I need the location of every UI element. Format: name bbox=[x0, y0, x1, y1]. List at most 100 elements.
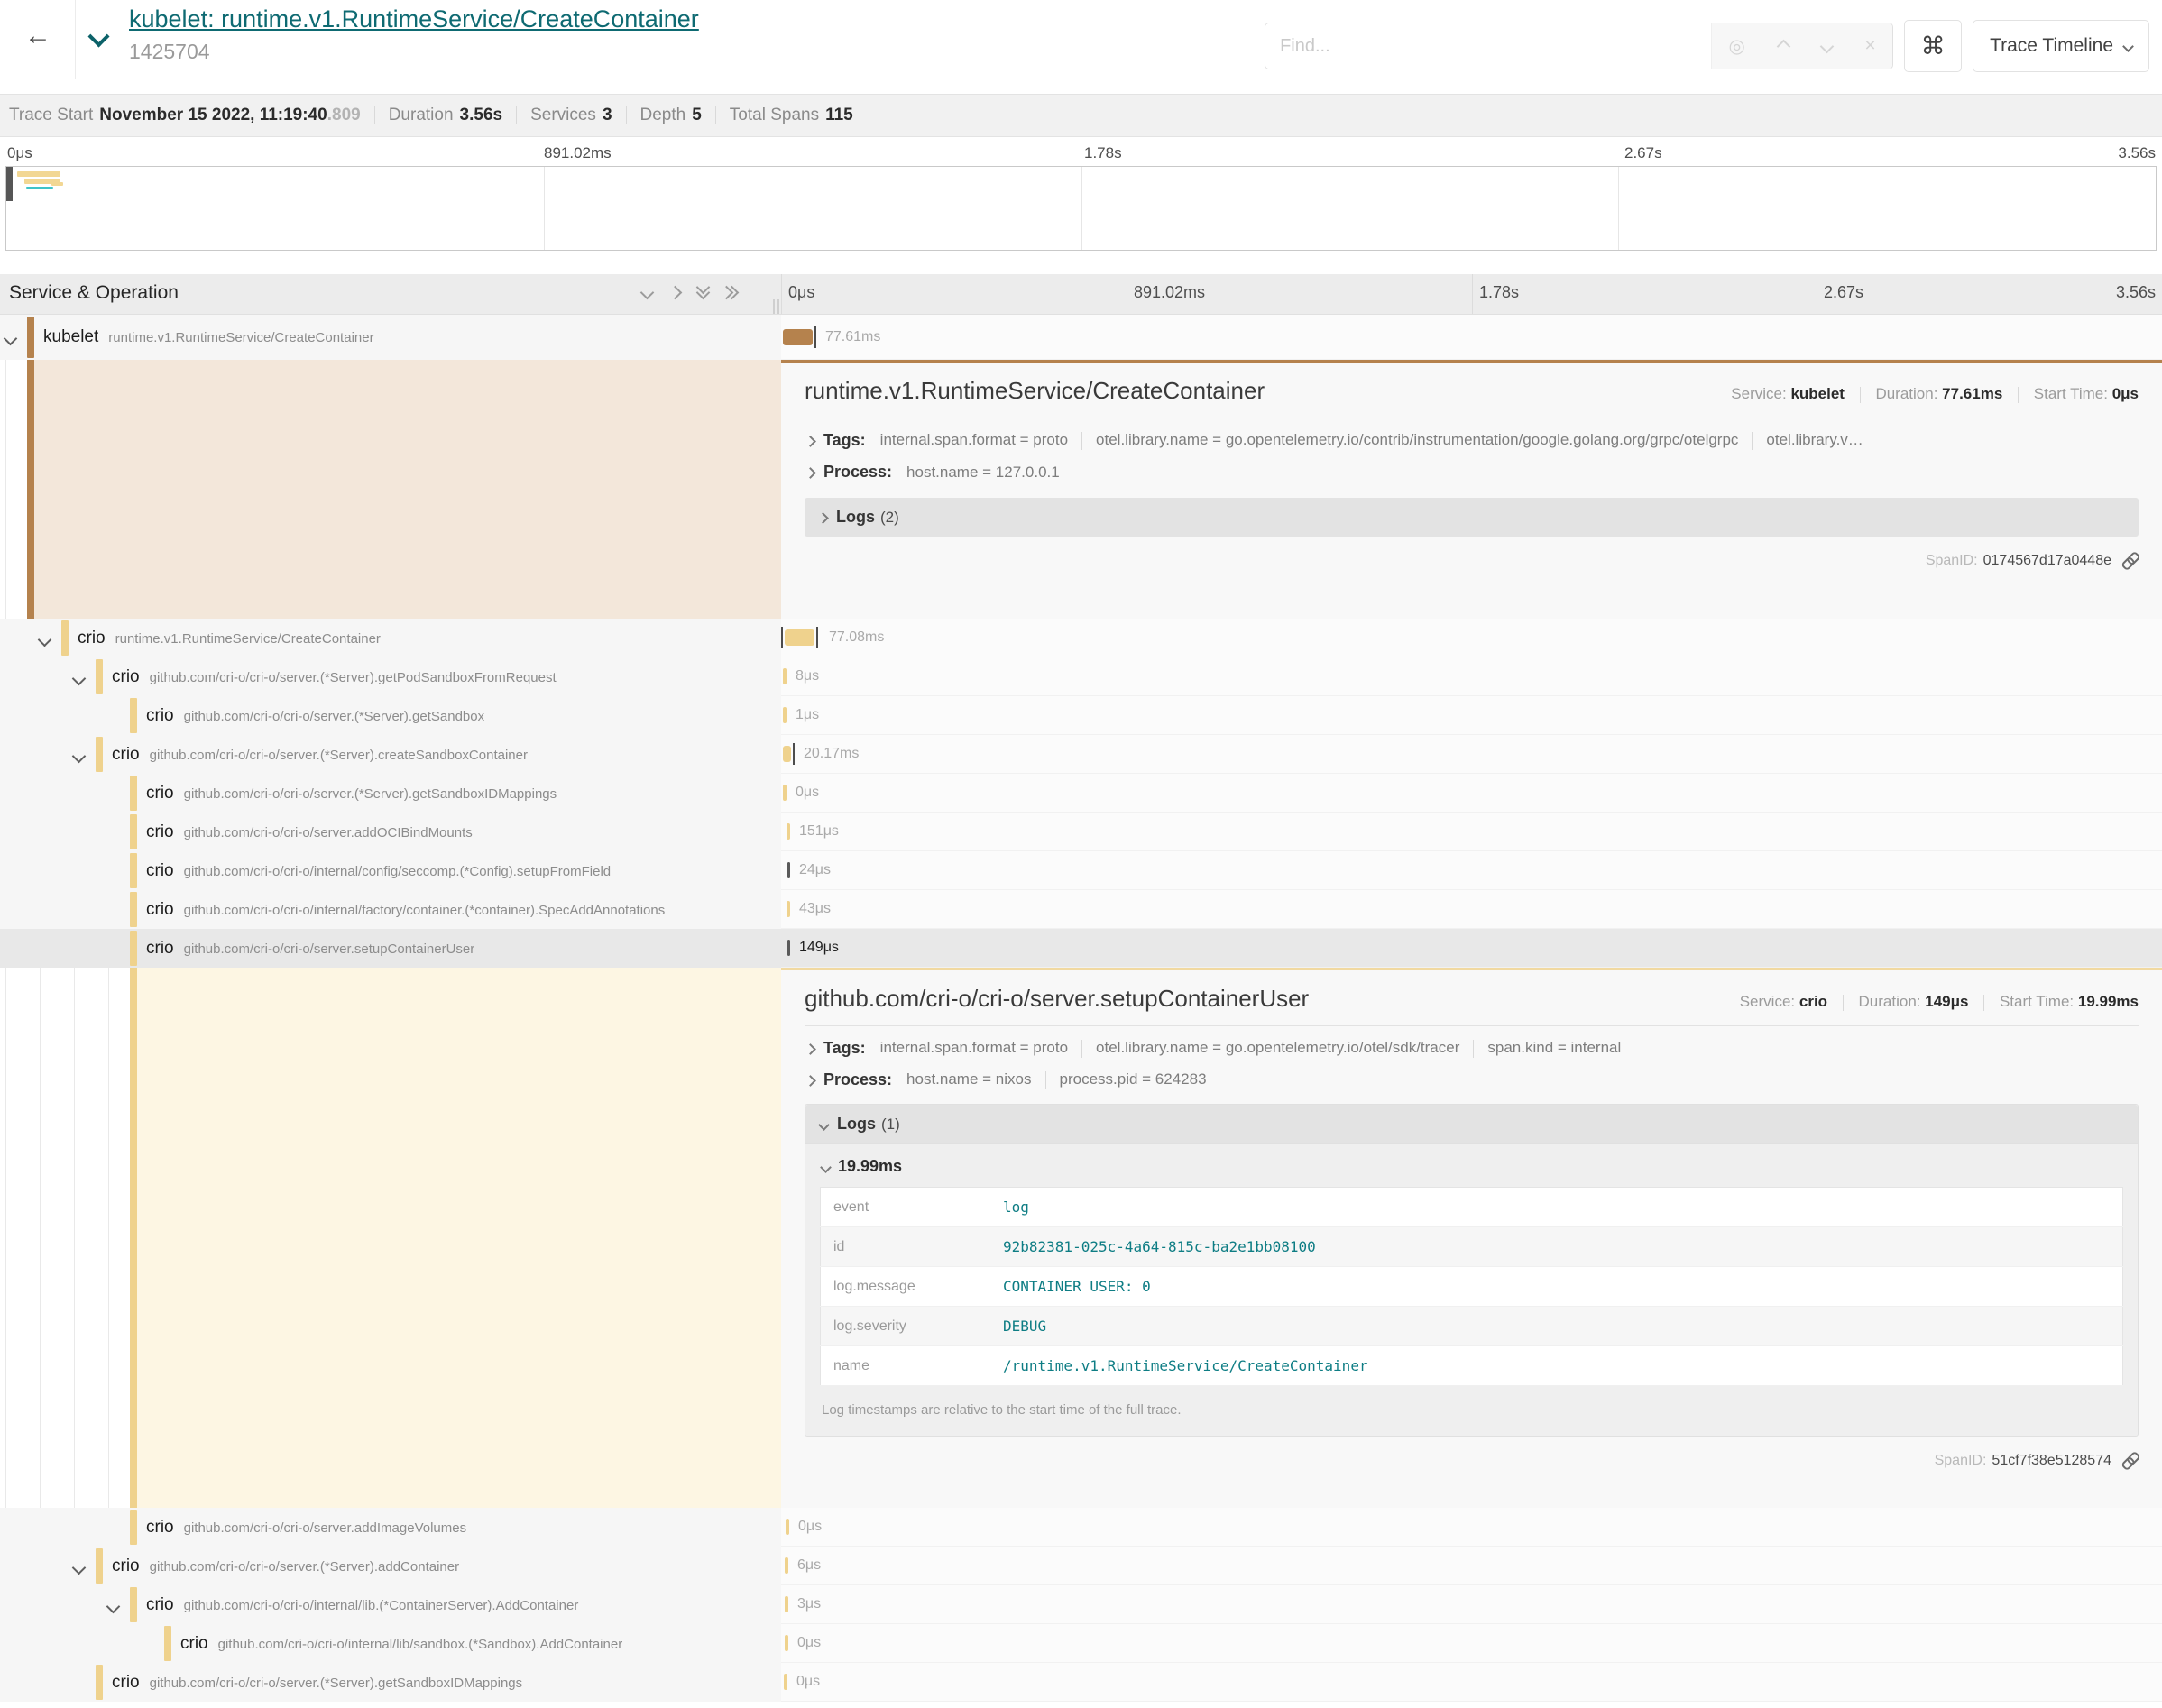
operation-name: github.com/cri-o/cri-o/internal/lib/sand… bbox=[218, 1637, 623, 1652]
span-detail-content: runtime.v1.RuntimeService/CreateContaine… bbox=[781, 360, 2162, 619]
divider bbox=[75, 0, 76, 79]
start-time-value: 19.99ms bbox=[2078, 993, 2139, 1010]
process-label: Process: bbox=[823, 463, 892, 482]
locate-icon[interactable]: ◎ bbox=[1728, 35, 1744, 58]
trace-title-link[interactable]: kubelet: runtime.v1.RuntimeService/Creat… bbox=[129, 5, 699, 33]
toolbar: ◎ × ⌘ Trace Timeline bbox=[1265, 20, 2149, 72]
span-duration-bar[interactable] bbox=[783, 785, 787, 801]
span-duration-bar[interactable] bbox=[787, 901, 790, 917]
timeline-column-header: Service & Operation 0μs 891.02ms 1.78s 2… bbox=[0, 274, 2162, 315]
span-row[interactable]: criogithub.com/cri-o/cri-o/internal/fact… bbox=[0, 890, 2162, 929]
span-duration-bar[interactable] bbox=[783, 668, 787, 684]
span-duration-bar[interactable] bbox=[787, 823, 790, 840]
view-selector-button[interactable]: Trace Timeline bbox=[1973, 20, 2149, 72]
collapse-one-icon[interactable] bbox=[642, 288, 652, 298]
tags-row[interactable]: Tags: internal.span.format = protootel.l… bbox=[805, 1039, 2139, 1058]
service-value: kubelet bbox=[1790, 385, 1845, 402]
span-duration-bar[interactable] bbox=[785, 1557, 788, 1574]
service-name: crio bbox=[112, 1673, 140, 1692]
span-row[interactable]: criogithub.com/cri-o/cri-o/internal/conf… bbox=[0, 851, 2162, 890]
keyboard-shortcuts-button[interactable]: ⌘ bbox=[1904, 20, 1962, 72]
operation-name: github.com/cri-o/cri-o/internal/config/s… bbox=[184, 864, 612, 879]
divider bbox=[1045, 1071, 1046, 1089]
span-duration-bar[interactable] bbox=[783, 707, 787, 723]
back-button[interactable]: ← bbox=[14, 13, 61, 60]
span-row[interactable]: criogithub.com/cri-o/cri-o/internal/lib/… bbox=[0, 1624, 2162, 1663]
span-row[interactable]: crio github.com/cri-o/cri-o/server.(*Serv… bbox=[0, 657, 2162, 696]
divider bbox=[626, 106, 627, 124]
minimap-scrubber[interactable] bbox=[6, 167, 13, 201]
service-name: crio bbox=[112, 667, 140, 686]
operation-name: github.com/cri-o/cri-o/server.(*Server).… bbox=[150, 670, 557, 685]
span-duration-label: 24μs bbox=[799, 862, 831, 878]
span-row[interactable]: criogithub.com/cri-o/cri-o/server.addIma… bbox=[0, 1508, 2162, 1547]
find-clear-icon[interactable]: × bbox=[1864, 35, 1875, 57]
column-resize-handle[interactable] bbox=[773, 299, 779, 314]
span-duration-bar[interactable] bbox=[785, 1596, 788, 1612]
logs-label: Logs bbox=[837, 1115, 876, 1134]
service-name: crio bbox=[146, 706, 174, 725]
span-duration-bar[interactable] bbox=[785, 1635, 788, 1651]
span-row[interactable]: kubeletruntime.v1.RuntimeService/CreateC… bbox=[0, 315, 2162, 360]
minimap-span-bar bbox=[26, 187, 53, 189]
service-operation-header: Service & Operation bbox=[9, 282, 179, 304]
log-entry-timestamp[interactable]: 19.99ms bbox=[820, 1144, 2123, 1187]
span-color-strip bbox=[130, 968, 137, 1508]
expand-collapse-chevron-icon[interactable] bbox=[74, 749, 84, 766]
trace-minimap[interactable] bbox=[5, 166, 2157, 251]
expand-collapse-chevron-icon[interactable] bbox=[5, 332, 15, 348]
tags-row[interactable]: Tags: internal.span.format = protootel.l… bbox=[805, 431, 2139, 450]
span-row[interactable]: criogithub.com/cri-o/cri-o/server.addOCI… bbox=[0, 813, 2162, 851]
total-spans-label: Total Spans bbox=[730, 106, 819, 125]
process-row[interactable]: Process: host.name = nixosprocess.pid = … bbox=[805, 1070, 2139, 1089]
span-duration-label: 151μs bbox=[799, 823, 839, 840]
span-duration-bar[interactable] bbox=[784, 1674, 787, 1690]
span-color-strip bbox=[96, 659, 103, 694]
minimap-gridline bbox=[1081, 167, 1082, 250]
span-rows-block: crio runtime.v1.RuntimeService/CreateCont… bbox=[0, 619, 2162, 968]
find-next-icon[interactable] bbox=[1819, 39, 1834, 53]
service-name: crio bbox=[146, 784, 174, 803]
tag-item: span.kind = internal bbox=[1487, 1039, 1621, 1056]
span-row[interactable]: criogithub.com/cri-o/cri-o/internal/lib.… bbox=[0, 1585, 2162, 1624]
logs-accordion[interactable]: Logs (1) bbox=[805, 1105, 2138, 1144]
log-field-value: 92b82381-025c-4a64-815c-ba2e1bb08100 bbox=[990, 1227, 2123, 1267]
span-duration-bar[interactable] bbox=[787, 940, 790, 956]
operation-name: github.com/cri-o/cri-o/internal/lib.(*Co… bbox=[184, 1598, 579, 1613]
expand-collapse-chevron-icon[interactable] bbox=[40, 633, 50, 649]
expand-collapse-chevron-icon[interactable] bbox=[74, 672, 84, 688]
timeline-tick: 0μs bbox=[788, 283, 814, 302]
trace-start-ms: .809 bbox=[327, 106, 361, 125]
divider bbox=[516, 106, 517, 124]
copy-link-icon[interactable] bbox=[2118, 1449, 2142, 1474]
expand-one-icon[interactable] bbox=[670, 288, 680, 298]
span-row[interactable]: criogithub.com/cri-o/cri-o/server.(*Serv… bbox=[0, 696, 2162, 735]
span-duration-bar[interactable] bbox=[783, 329, 813, 345]
span-row[interactable]: criogithub.com/cri-o/cri-o/server.(*Serv… bbox=[0, 1663, 2162, 1702]
span-duration-label: 77.08ms bbox=[829, 629, 884, 646]
span-row[interactable]: criogithub.com/cri-o/cri-o/server.(*Serv… bbox=[0, 1547, 2162, 1585]
span-duration-bar[interactable] bbox=[783, 746, 791, 762]
span-row[interactable]: crioruntime.v1.RuntimeService/CreateCont… bbox=[0, 619, 2162, 657]
expand-collapse-chevron-icon[interactable] bbox=[108, 1600, 118, 1616]
find-prev-icon[interactable] bbox=[1776, 39, 1790, 53]
detail-panel-left-gutter bbox=[0, 968, 781, 1508]
span-duration-label: 1μs bbox=[796, 707, 819, 723]
operation-name: runtime.v1.RuntimeService/CreateContaine… bbox=[115, 631, 381, 647]
find-input[interactable] bbox=[1265, 23, 1711, 69]
span-duration-bar[interactable] bbox=[785, 629, 814, 646]
service-value: crio bbox=[1799, 993, 1827, 1010]
span-row[interactable]: criogithub.com/cri-o/cri-o/server.setupC… bbox=[0, 929, 2162, 968]
span-row[interactable]: criogithub.com/cri-o/cri-o/server.(*Serv… bbox=[0, 735, 2162, 774]
span-duration-bar[interactable] bbox=[786, 1519, 789, 1535]
span-row[interactable]: criogithub.com/cri-o/cri-o/server.(*Serv… bbox=[0, 774, 2162, 813]
expand-all-icon[interactable] bbox=[726, 288, 737, 298]
collapse-trace-icon[interactable] bbox=[91, 29, 106, 49]
process-row[interactable]: Process: host.name = 127.0.0.1 bbox=[805, 463, 2139, 482]
span-duration-bar[interactable] bbox=[787, 862, 790, 878]
expand-collapse-chevron-icon[interactable] bbox=[74, 1561, 84, 1577]
copy-link-icon[interactable] bbox=[2118, 549, 2142, 574]
collapse-all-icon[interactable] bbox=[698, 287, 708, 298]
span-color-strip bbox=[96, 737, 103, 772]
logs-accordion[interactable]: Logs (2) bbox=[805, 498, 2139, 537]
